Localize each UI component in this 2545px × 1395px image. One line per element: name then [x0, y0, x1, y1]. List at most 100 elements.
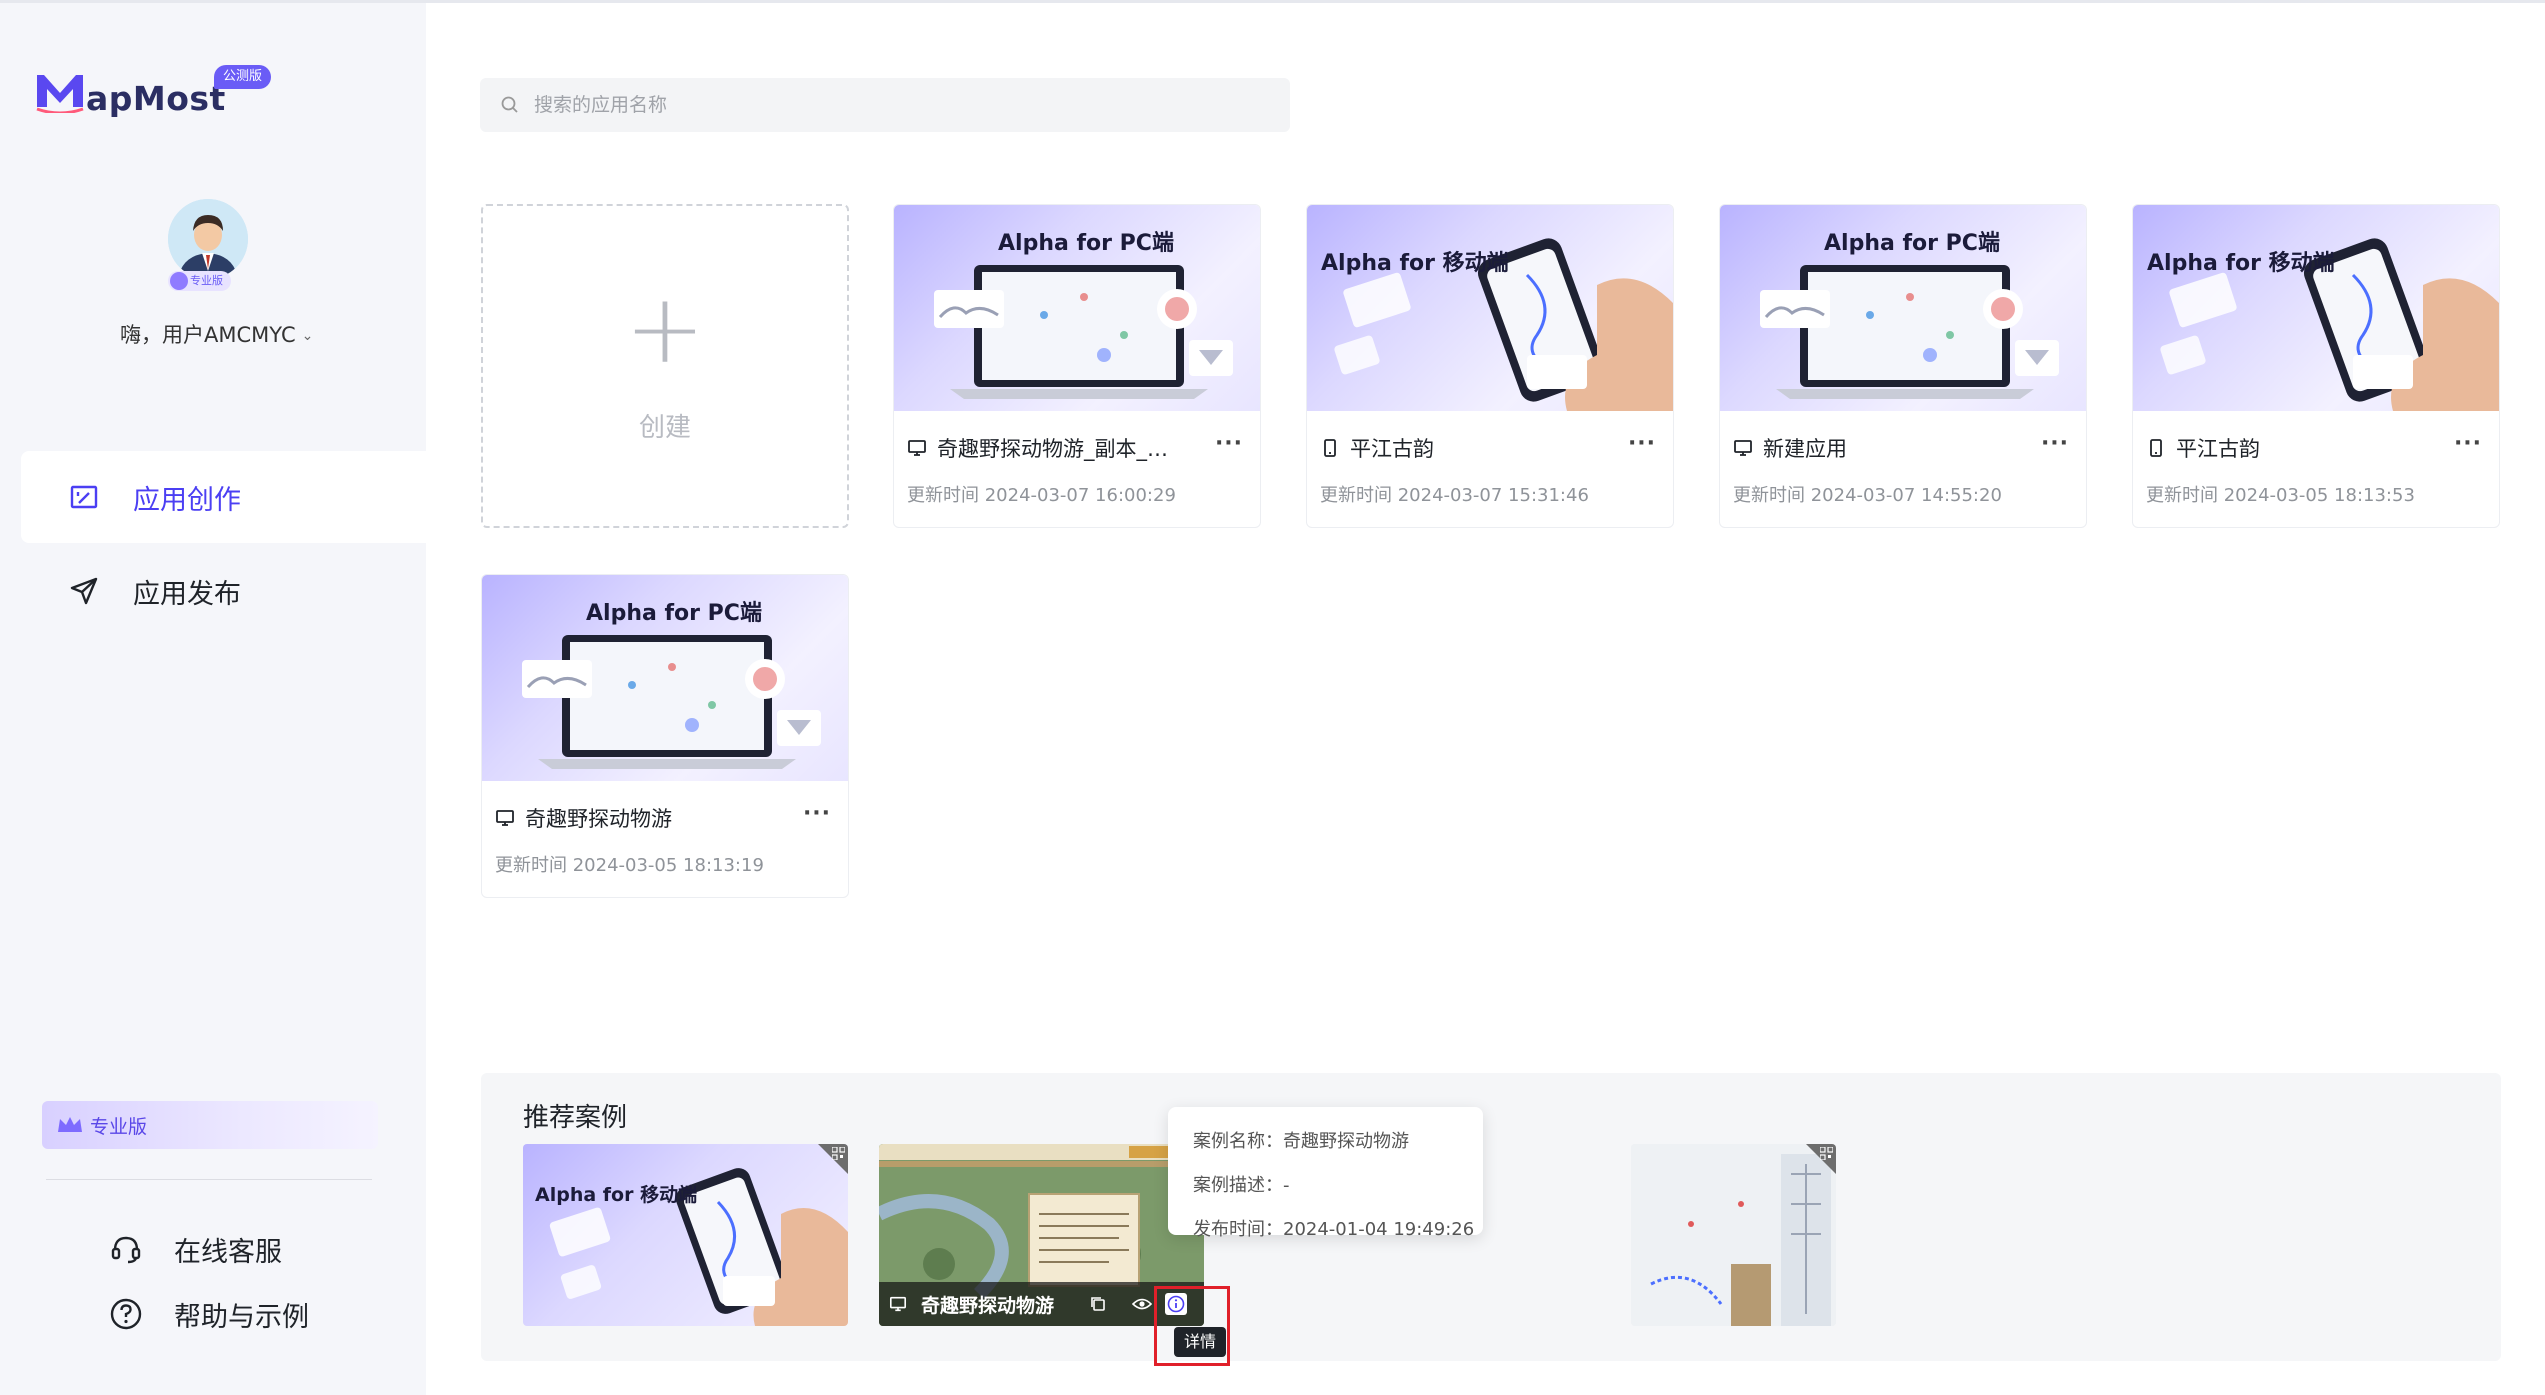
recommended-cases: 推荐案例 Alpha for 移动端 奇趣野探动物游: [481, 1073, 2501, 1361]
app-updated-time: 更新时间 2024-03-07 16:00:29: [907, 485, 1176, 506]
avatar-person-icon: [168, 199, 248, 279]
mobile-phone-icon: [2150, 439, 2162, 457]
popover-row-desc: 案例描述：-: [1193, 1171, 1483, 1215]
app-updated-time: 更新时间 2024-03-05 18:13:19: [495, 855, 764, 876]
app-card[interactable]: Alpha for 移动端 平江古韵 ··· 更新时间 2024-03-05 1…: [2132, 204, 2500, 528]
more-menu-button[interactable]: ···: [1211, 433, 1247, 463]
case-desc-label: 案例描述：: [1193, 1175, 1283, 1196]
online-service-label: 在线客服: [174, 1236, 282, 1268]
details-tooltip: 详情: [1174, 1327, 1227, 1357]
app-name: 新建应用: [1763, 437, 1847, 461]
user-menu[interactable]: 嗨，用户AMCMYC ⌄: [120, 319, 313, 349]
app-card-header: 奇趣野探动物游 ···: [495, 803, 835, 833]
edit-board-icon: [67, 480, 101, 514]
app-name: 奇趣野探动物游_副本_…: [937, 437, 1168, 461]
plan-tag: 专业版: [168, 271, 231, 291]
app-updated-time: 更新时间 2024-03-05 18:13:53: [2146, 485, 2415, 506]
sidebar: apMost 公测版 专业版 嗨，用户AMCMYC ⌄ 应用创作 应用发布 专业…: [0, 3, 426, 1395]
case-name-value: 奇趣野探动物游: [1283, 1131, 1409, 1152]
case-time-value: 2024-01-04 19:49:26: [1283, 1219, 1475, 1240]
search-icon: [501, 96, 518, 113]
recommended-title: 推荐案例: [523, 1103, 628, 1133]
case-card[interactable]: Alpha for 移动端: [523, 1144, 848, 1326]
app-name: 平江古韵: [2176, 437, 2260, 461]
app-thumbnail-title: Alpha for PC端: [998, 231, 1174, 256]
case-card[interactable]: [1631, 1144, 1836, 1326]
monitor-icon: [496, 810, 514, 826]
app-card[interactable]: Alpha for PC端 奇趣野探动物游 ··· 更新时间 2024-03-0…: [481, 574, 849, 898]
create-app-card[interactable]: + 创建: [481, 204, 849, 528]
avatar: [168, 199, 248, 279]
app-card-header: 平江古韵 ···: [1320, 433, 1660, 463]
more-menu-button[interactable]: ···: [2450, 433, 2486, 463]
crown-icon: [58, 1117, 82, 1132]
case-detail-popover: 案例名称：奇趣野探动物游 案例描述：- 发布时间：2024-01-04 19:4…: [1168, 1107, 1483, 1240]
help-examples-link[interactable]: 帮助与示例: [108, 1294, 309, 1334]
case-name-label: 案例名称：: [1193, 1131, 1283, 1152]
app-thumbnail: Alpha for 移动端: [2133, 205, 2499, 411]
greeting-text: 嗨，用户AMCMYC: [120, 323, 296, 347]
logo-text: apMost: [86, 79, 226, 118]
app-thumbnail-title: Alpha for 移动端: [2147, 251, 2335, 276]
nav-item-create[interactable]: 应用创作: [21, 451, 426, 543]
popover-row-time: 发布时间：2024-01-04 19:49:26: [1193, 1215, 1483, 1259]
plus-icon: +: [624, 272, 706, 385]
phone-illustration-icon: [1334, 238, 1673, 411]
plan-tag-label: 专业版: [190, 274, 223, 287]
case-desc-value: -: [1283, 1175, 1290, 1196]
nav-item-publish[interactable]: 应用发布: [21, 545, 426, 637]
monitor-icon: [889, 1296, 907, 1312]
more-menu-button[interactable]: ···: [2037, 433, 2073, 463]
qr-code-icon[interactable]: [1820, 1147, 1833, 1160]
case-thumbnail-title: Alpha for 移动端: [535, 1184, 698, 1206]
app-card-header: 平江古韵 ···: [2146, 433, 2486, 463]
app-thumbnail: Alpha for 移动端: [1307, 205, 1673, 411]
send-icon: [67, 574, 101, 608]
search-input[interactable]: [534, 94, 1234, 116]
user-avatar[interactable]: 专业版: [168, 199, 252, 291]
chevron-down-icon: ⌄: [301, 328, 314, 344]
app-thumbnail-title: Alpha for PC端: [586, 601, 762, 626]
more-menu-button[interactable]: ···: [799, 803, 835, 833]
logo-m-icon: [36, 75, 84, 113]
sidebar-divider: [46, 1179, 372, 1180]
app-name: 平江古韵: [1350, 437, 1434, 461]
app-thumbnail: Alpha for PC端: [894, 205, 1260, 411]
app-card[interactable]: Alpha for PC端 新建应用 ··· 更新时间 2024-03-07 1…: [1719, 204, 2087, 528]
app-thumbnail: Alpha for PC端: [1720, 205, 2086, 411]
app-thumbnail-title: Alpha for 移动端: [1321, 251, 1509, 276]
logo[interactable]: apMost 公测版: [34, 65, 274, 125]
case-time-label: 发布时间：: [1193, 1219, 1283, 1240]
help-circle-icon: [108, 1296, 144, 1332]
qr-code-icon[interactable]: [832, 1147, 845, 1160]
app-thumbnail-title: Alpha for PC端: [1824, 231, 2000, 256]
help-examples-label: 帮助与示例: [174, 1301, 309, 1333]
pro-plan-banner[interactable]: 专业版: [42, 1101, 378, 1149]
pro-plan-label: 专业版: [90, 1115, 148, 1138]
app-card-header: 新建应用 ···: [1733, 433, 2073, 463]
app-updated-time: 更新时间 2024-03-07 14:55:20: [1733, 485, 2002, 506]
create-label: 创建: [638, 412, 691, 443]
app-updated-time: 更新时间 2024-03-07 15:31:46: [1320, 485, 1589, 506]
case-name: 奇趣野探动物游: [921, 1294, 1055, 1317]
phone-illustration-icon: [2160, 238, 2499, 411]
search-box[interactable]: [480, 78, 1290, 132]
monitor-icon: [1734, 440, 1752, 456]
monitor-icon: [908, 440, 926, 456]
app-card[interactable]: Alpha for PC端 奇趣野探动物游_副本_… ··· 更新时间 2024…: [893, 204, 1261, 528]
online-service-link[interactable]: 在线客服: [108, 1229, 282, 1269]
app-name: 奇趣野探动物游: [525, 807, 672, 831]
nav-label-create: 应用创作: [133, 484, 241, 516]
mobile-phone-icon: [1324, 439, 1336, 457]
popover-row-name: 案例名称：奇趣野探动物游: [1193, 1127, 1483, 1171]
app-card-header: 奇趣野探动物游_副本_… ···: [907, 433, 1247, 463]
beta-badge: 公测版: [214, 65, 272, 89]
app-card[interactable]: Alpha for 移动端 平江古韵 ··· 更新时间 2024-03-07 1…: [1306, 204, 1674, 528]
headset-icon: [108, 1231, 144, 1267]
more-menu-button[interactable]: ···: [1624, 433, 1660, 463]
app-thumbnail: Alpha for PC端: [482, 575, 848, 781]
nav-label-publish: 应用发布: [133, 578, 241, 610]
copy-icon[interactable]: [1087, 1293, 1109, 1315]
plan-badge-icon: [170, 272, 188, 290]
eye-icon[interactable]: [1131, 1293, 1153, 1315]
